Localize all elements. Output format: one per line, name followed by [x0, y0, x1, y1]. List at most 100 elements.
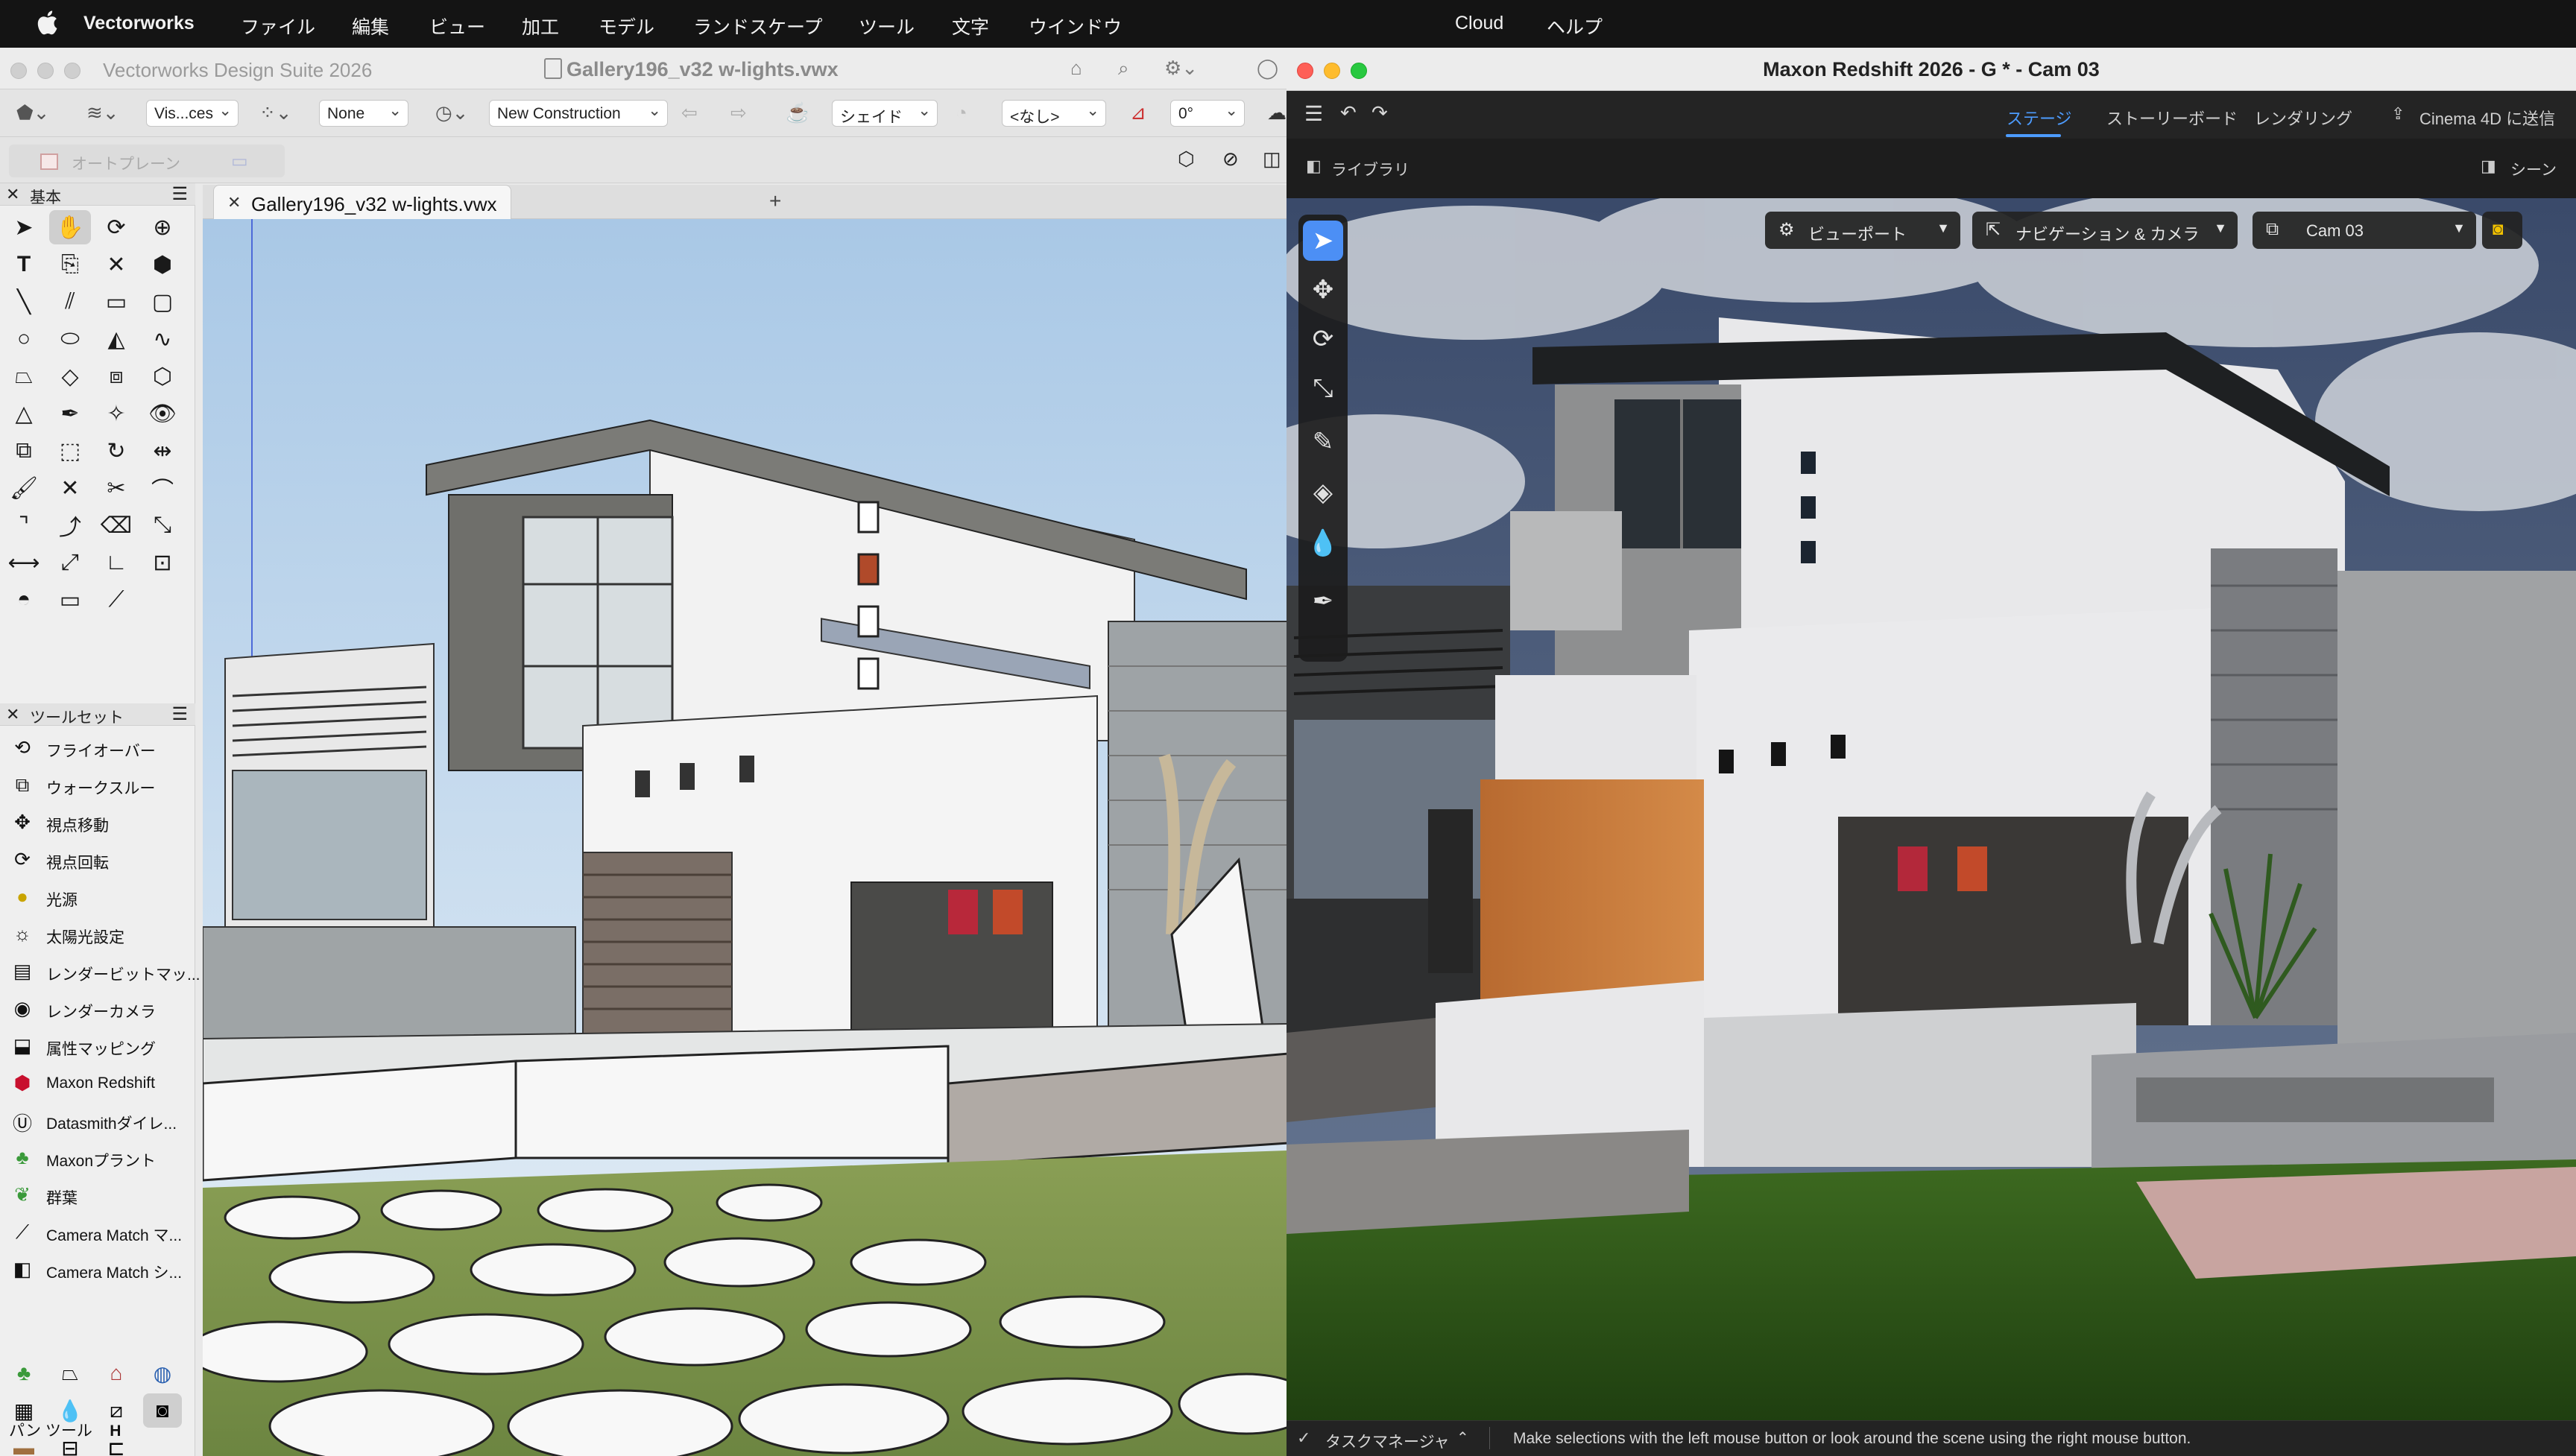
close-icon[interactable]: ✕: [6, 185, 19, 204]
vw-close-button[interactable]: [10, 63, 27, 79]
previous-view-icon[interactable]: ⇦: [681, 101, 698, 124]
vw-zoom-button[interactable]: [64, 63, 80, 79]
select-tool-icon[interactable]: ➤: [1303, 221, 1343, 261]
toolset-item-render-camera[interactable]: ◉ レンダーカメラ: [0, 991, 195, 1025]
toolset-item-sun[interactable]: ☼ 太陽光設定: [0, 917, 195, 951]
task-manager-button[interactable]: タスクマネージャ: [1325, 1430, 1450, 1452]
hide-eye-icon[interactable]: ⊘: [1222, 148, 1239, 171]
freehand-tool-icon[interactable]: ∿: [142, 322, 183, 356]
liquid-tool-icon[interactable]: 💧: [1303, 523, 1343, 563]
tape-tool-icon[interactable]: ▭: [49, 583, 91, 617]
material-tool-icon[interactable]: ◈: [1303, 472, 1343, 513]
undo-icon[interactable]: ↶: [1340, 101, 1357, 124]
scene-panel-icon[interactable]: ◨: [2481, 156, 2496, 176]
angle-icon[interactable]: ⊿: [1130, 101, 1146, 124]
class-dropdown[interactable]: Vis...ces: [146, 100, 239, 127]
toolset-item-camera-match-1[interactable]: ⟋ Camera Match マ...: [0, 1215, 195, 1249]
protractor-tool-icon[interactable]: ◓: [3, 583, 45, 617]
regular-polygon-icon[interactable]: ⬡: [142, 359, 183, 393]
document-tab[interactable]: ✕ Gallery196_v32 w-lights.vwx: [213, 185, 511, 219]
eyedropper-icon[interactable]: ✒: [1303, 581, 1343, 621]
cube-view-icon[interactable]: ⬡: [1178, 148, 1195, 171]
toolset-item-foliage[interactable]: ❦ 群葉: [0, 1177, 195, 1212]
line-tool-icon[interactable]: ╲: [3, 285, 45, 319]
site-tools-icon[interactable]: ⏢: [51, 1356, 89, 1390]
lighting-icon[interactable]: ◔: [956, 101, 967, 124]
toolset-item-rotate-view[interactable]: ⟳ 視点回転: [0, 842, 195, 876]
menu-tools[interactable]: ツール: [859, 13, 915, 39]
reshape-tool-icon[interactable]: ⤴: [49, 508, 91, 542]
flyover-tool-icon[interactable]: ⟳: [95, 210, 137, 244]
lighting-dropdown[interactable]: <なし>: [1002, 100, 1106, 127]
menu-icon[interactable]: ☰: [171, 703, 188, 725]
polygon-tool-icon[interactable]: ◇: [49, 359, 91, 393]
rotate-tool-icon[interactable]: ⟳: [1303, 319, 1343, 359]
layer-dropdown[interactable]: New Construction: [489, 100, 668, 127]
oval-tool-icon[interactable]: ⬭: [49, 322, 91, 356]
redo-icon[interactable]: ↷: [1371, 101, 1388, 124]
scissors-tool-icon[interactable]: ✂: [95, 471, 137, 505]
next-view-icon[interactable]: ⇨: [730, 101, 747, 124]
new-tab-plus-icon[interactable]: +: [769, 189, 781, 213]
angle-field[interactable]: 0°: [1170, 100, 1245, 127]
search-icon[interactable]: ⌕: [1118, 57, 1129, 80]
toolset-item-camera-match-2[interactable]: ◧ Camera Match シ...: [0, 1252, 195, 1286]
rs-render-viewport[interactable]: ➤ ✥ ⟳ ⤡ ✎ ◈ 💧 ✒ ⚙ ビューポート ▼ ⇱ ナビゲーション & カ…: [1287, 198, 2576, 1420]
view-dropdown[interactable]: None: [319, 100, 408, 127]
magic-wand-icon[interactable]: ✧: [95, 396, 137, 431]
circle-tool-icon[interactable]: ○: [3, 322, 45, 356]
landscape-tools-icon[interactable]: ♣: [4, 1356, 43, 1390]
double-polygon-icon[interactable]: ⧈: [95, 359, 137, 393]
paint-select-icon[interactable]: ✎: [1303, 422, 1343, 462]
menu-landscape[interactable]: ランドスケープ: [693, 13, 823, 39]
menu-view[interactable]: ビュー: [429, 13, 485, 39]
menu-text[interactable]: 文字: [952, 13, 989, 39]
menu-app-name[interactable]: Vectorworks: [83, 13, 195, 34]
mirror-tool-icon[interactable]: ⧉: [3, 434, 45, 468]
building-tools-icon[interactable]: ⌂: [97, 1356, 136, 1390]
clock-icon[interactable]: ◷⌄: [435, 101, 468, 124]
sidebar-toggle-icon[interactable]: ◧: [1306, 156, 1322, 176]
zoom-tool-icon[interactable]: ⊕: [142, 210, 183, 244]
camera-icon[interactable]: ◫: [1263, 148, 1281, 171]
selection-tool-icon[interactable]: ➤: [3, 210, 45, 244]
toolset-item-walkthrough[interactable]: ⧉ ウォークスルー: [0, 767, 195, 802]
user-icon[interactable]: ◯: [1257, 57, 1278, 80]
camera-snapshot-button[interactable]: ◙: [2482, 212, 2522, 249]
locus-tool-icon[interactable]: ✕: [95, 247, 137, 282]
rectangle-tool-icon[interactable]: ▭: [95, 285, 137, 319]
tab-storyboard[interactable]: ストーリーボード: [2106, 106, 2238, 130]
menu-file[interactable]: ファイル: [241, 13, 315, 39]
vw-minimize-button[interactable]: [37, 63, 54, 79]
close-tab-icon[interactable]: ✕: [227, 193, 241, 212]
snap-tool-icon[interactable]: ⊡: [142, 545, 183, 580]
eraser-tool-icon[interactable]: ⌫: [95, 508, 137, 542]
brush-tool-icon[interactable]: 🖌: [3, 471, 45, 505]
triangle-tool-icon[interactable]: △: [3, 396, 45, 431]
class-options-icon[interactable]: ⁘⌄: [259, 101, 292, 124]
teapot-icon[interactable]: ☕: [786, 101, 809, 124]
toolset-item-attribute-mapping[interactable]: ⬓ 属性マッピング: [0, 1028, 195, 1063]
fillet-tool-icon[interactable]: ⌒: [142, 471, 183, 505]
flip-tool-icon[interactable]: ⇹: [142, 434, 183, 468]
trim-tool-icon[interactable]: ✕: [49, 471, 91, 505]
navigation-camera-dropdown[interactable]: ⇱ ナビゲーション & カメラ ▼: [1972, 212, 2238, 249]
hamburger-menu-icon[interactable]: ☰: [1304, 101, 1323, 126]
camera-dropdown[interactable]: ⧉ Cam 03 ▼: [2253, 212, 2476, 249]
home-icon[interactable]: ⌂: [1070, 57, 1082, 80]
gear-icon[interactable]: ⚙⌄: [1164, 57, 1198, 80]
scale-tool-icon[interactable]: ⤡: [1303, 368, 1343, 408]
menu-help[interactable]: ヘルプ: [1547, 13, 1603, 39]
toolset-item-render-bitmap[interactable]: ▤ レンダービットマッ...: [0, 954, 201, 988]
tab-stage[interactable]: ステージ: [2007, 106, 2072, 130]
constrained-dim-icon[interactable]: ⤢: [49, 545, 91, 580]
selection-mode-icon[interactable]: ⬟⌄: [16, 101, 49, 124]
visibility-tool-icon[interactable]: 👁: [142, 396, 183, 431]
vw-drawing-viewport[interactable]: [203, 219, 1287, 1456]
send-to-cinema4d-button[interactable]: Cinema 4D に送信: [2419, 106, 2555, 130]
apple-menu-icon[interactable]: [36, 9, 58, 36]
rounded-rect-tool-icon[interactable]: ▢: [142, 285, 183, 319]
menu-cloud[interactable]: Cloud: [1455, 13, 1503, 34]
chamfer-tool-icon[interactable]: ⌝: [3, 508, 45, 542]
attribute-tool-icon[interactable]: ⟋: [95, 583, 137, 617]
